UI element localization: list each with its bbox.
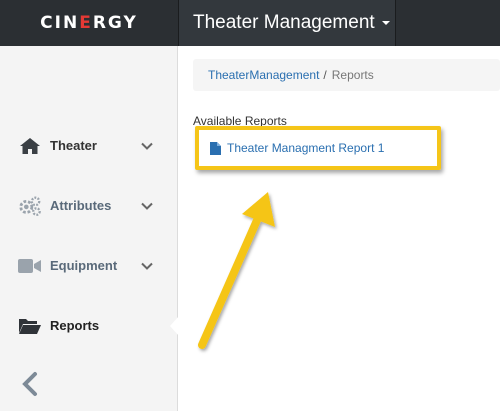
sidebar-item-label: Reports	[50, 318, 100, 333]
annotation-highlight-box	[195, 126, 441, 170]
sidebar-item-equipment[interactable]: Equipment	[0, 246, 177, 286]
sidebar-item-theater[interactable]: Theater	[0, 126, 177, 166]
sidebar-item-label: Attributes	[50, 198, 112, 213]
caret-down-icon	[381, 21, 390, 25]
brand-logo[interactable]: CINERGY	[0, 0, 178, 46]
breadcrumb-separator: /	[323, 68, 327, 82]
sidebar-item-label: Theater	[50, 138, 97, 153]
sidebar-item-attributes[interactable]: Attributes	[0, 186, 177, 226]
home-icon	[18, 136, 42, 156]
sidebar-item-label: Equipment	[50, 258, 118, 273]
navbar-divider	[395, 0, 396, 46]
chevron-left-icon	[22, 372, 37, 396]
sidebar-collapse-button[interactable]	[18, 370, 42, 398]
app-title: Theater Management	[193, 12, 375, 33]
active-item-indicator	[170, 316, 179, 336]
chevron-down-icon	[141, 202, 153, 210]
video-camera-icon	[18, 256, 42, 276]
app-switcher-dropdown[interactable]: Theater Management	[179, 0, 395, 46]
breadcrumb-link-theatermanagement[interactable]: TheaterManagement	[208, 68, 319, 82]
chevron-down-icon	[141, 262, 153, 270]
sidebar: Theater Attributes Equipment Reports	[0, 46, 178, 411]
folder-open-icon	[18, 316, 42, 336]
breadcrumb: TheaterManagement / Reports	[193, 59, 500, 91]
sidebar-item-reports[interactable]: Reports	[0, 306, 177, 346]
top-navbar: CINERGY Theater Management	[0, 0, 500, 46]
gears-icon	[18, 196, 42, 216]
annotation-arrow	[198, 192, 275, 349]
breadcrumb-current: Reports	[331, 68, 374, 82]
chevron-down-icon	[141, 142, 153, 150]
logo-text: CINERGY	[40, 13, 138, 33]
